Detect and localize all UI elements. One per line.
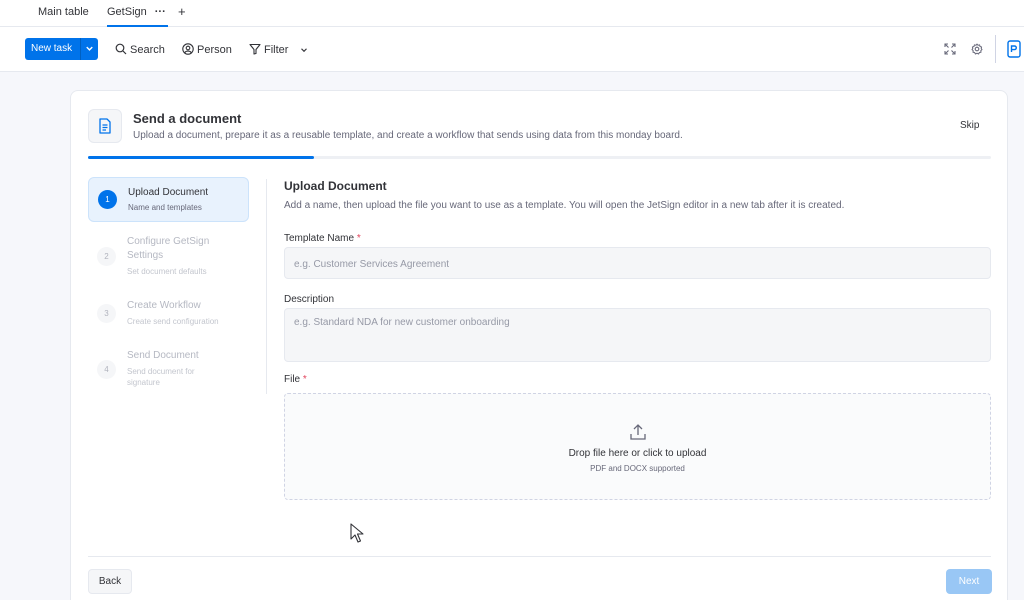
- toolbar: New task Search Person Filter: [0, 27, 1024, 72]
- file-label: File *: [284, 374, 307, 385]
- app-document-icon[interactable]: [1007, 40, 1021, 58]
- step-title: Configure GetSign Settings: [127, 236, 210, 261]
- tab-main-table[interactable]: Main table: [38, 0, 89, 27]
- page-subtitle: Upload a document, prepare it as a reusa…: [133, 130, 683, 141]
- step-subtitle: Send document for signature: [127, 367, 195, 387]
- required-mark: *: [302, 374, 307, 385]
- tab-getsign[interactable]: GetSign ···: [107, 0, 168, 27]
- required-mark: *: [356, 233, 361, 244]
- template-name-label: Template Name *: [284, 233, 361, 244]
- step-upload-document[interactable]: 1 Upload Document Name and templates: [88, 177, 249, 222]
- settings-icon[interactable]: [971, 43, 983, 55]
- search-label: Search: [130, 44, 165, 56]
- mouse-cursor-icon: [350, 523, 364, 543]
- skip-button[interactable]: Skip: [960, 120, 979, 131]
- step-number: 2: [97, 247, 116, 266]
- new-task-button[interactable]: New task: [25, 38, 98, 60]
- chevron-down-icon[interactable]: [84, 43, 95, 54]
- back-button[interactable]: Back: [88, 569, 132, 594]
- divider: [266, 179, 267, 394]
- chevron-down-icon[interactable]: [299, 45, 309, 55]
- tab-label: GetSign: [107, 6, 147, 18]
- file-dropzone[interactable]: Drop file here or click to upload PDF an…: [284, 393, 991, 500]
- label-text: Template Name: [284, 233, 355, 244]
- page-title: Send a document: [133, 111, 242, 126]
- divider: [80, 38, 81, 60]
- fullscreen-icon[interactable]: [944, 43, 956, 55]
- document-icon: [88, 109, 122, 143]
- progress-fill: [88, 156, 314, 159]
- wizard-progress: [88, 156, 991, 159]
- step-send-document[interactable]: 4 Send Document Send document for signat…: [88, 349, 249, 391]
- step-create-workflow[interactable]: 3 Create Workflow Create send configurat…: [88, 299, 249, 329]
- dropzone-subtext: PDF and DOCX supported: [590, 464, 685, 473]
- divider: [88, 556, 991, 557]
- step-subtitle: Set document defaults: [127, 267, 207, 276]
- step-configure-settings[interactable]: 2 Configure GetSign Settings Set documen…: [88, 234, 249, 282]
- description-textarea[interactable]: e.g. Standard NDA for new customer onboa…: [284, 308, 991, 362]
- board-tabs: Main table GetSign ··· +: [0, 0, 1024, 27]
- filter-icon: [249, 43, 261, 55]
- person-icon: [182, 43, 194, 55]
- person-label: Person: [197, 44, 232, 56]
- send-document-card: Send a document Upload a document, prepa…: [70, 90, 1008, 600]
- upload-icon: [630, 424, 646, 440]
- add-tab-button[interactable]: +: [178, 4, 186, 19]
- step-subtitle: Create send configuration: [127, 317, 219, 326]
- tab-label: Main table: [38, 6, 89, 18]
- template-name-input[interactable]: e.g. Customer Services Agreement: [284, 247, 991, 279]
- filter-label: Filter: [264, 44, 289, 56]
- step-title: Create Workflow: [127, 300, 201, 311]
- search-icon: [115, 43, 127, 55]
- new-task-label: New task: [31, 43, 73, 54]
- step-number: 1: [98, 190, 117, 209]
- next-button[interactable]: Next: [946, 569, 992, 594]
- form-title: Upload Document: [284, 179, 387, 193]
- label-text: File: [284, 374, 301, 385]
- step-title: Send Document: [127, 350, 199, 361]
- description-label: Description: [284, 294, 335, 305]
- step-subtitle: Name and templates: [128, 203, 202, 212]
- step-number: 4: [97, 360, 116, 379]
- more-icon[interactable]: ···: [155, 6, 166, 18]
- form-description: Add a name, then upload the file you wan…: [284, 200, 845, 211]
- step-number: 3: [97, 304, 116, 323]
- divider: [995, 35, 996, 63]
- step-title: Upload Document: [128, 187, 209, 198]
- dropzone-text: Drop file here or click to upload: [568, 448, 707, 459]
